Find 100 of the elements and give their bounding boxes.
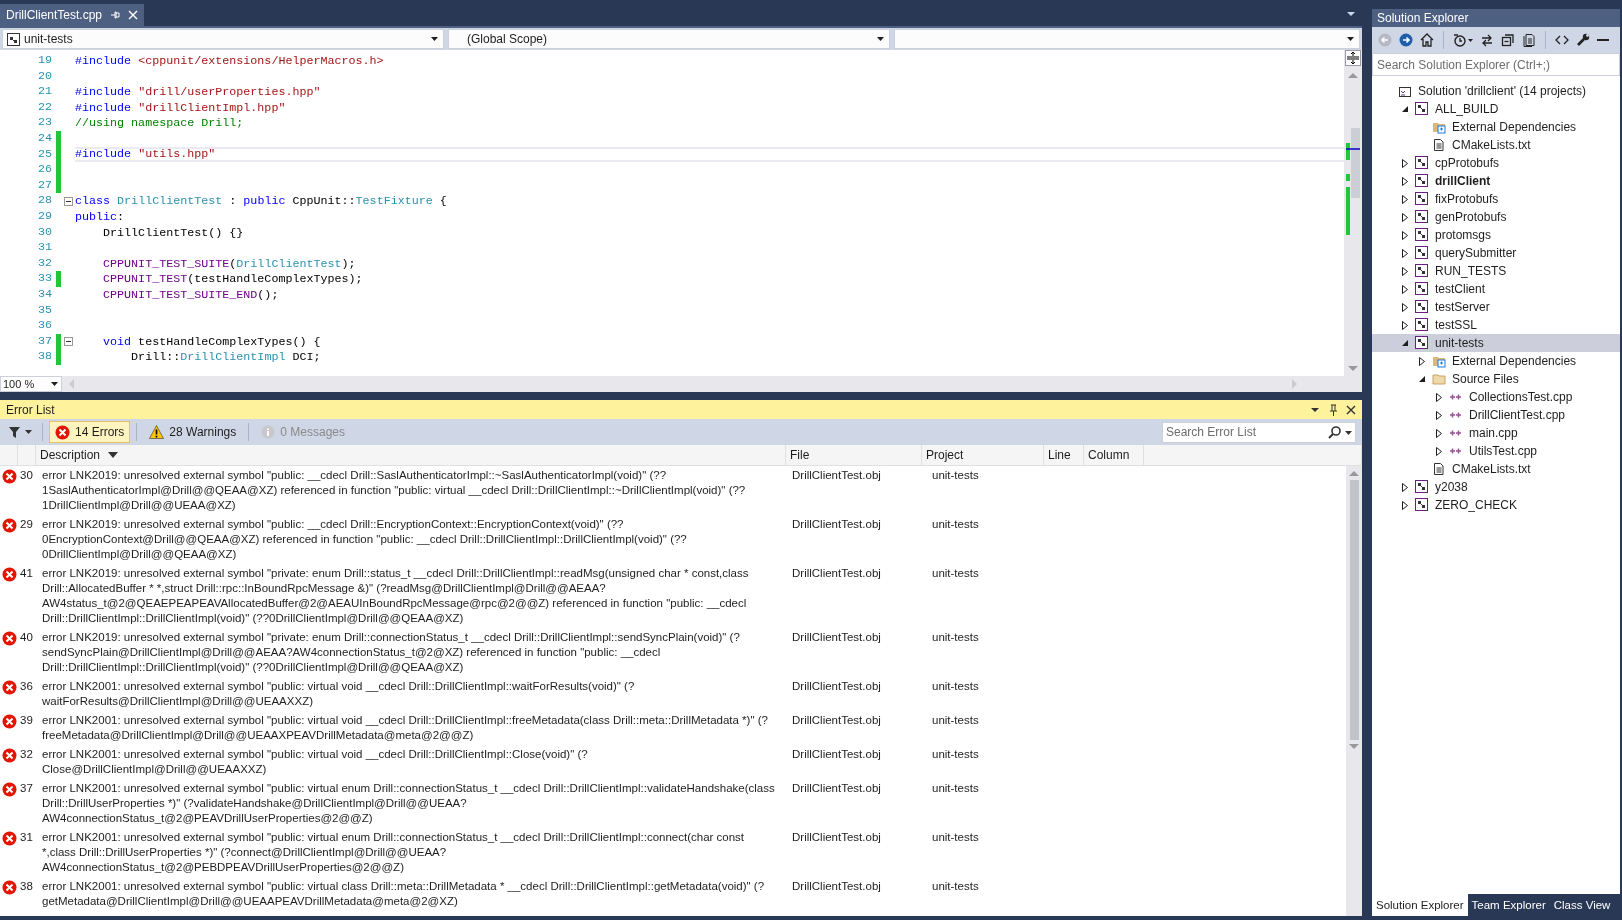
collapsed-arrow-icon[interactable]	[1401, 248, 1409, 258]
tree-item[interactable]: UtilsTest.cpp	[1372, 442, 1620, 460]
collapsed-arrow-icon[interactable]	[1401, 320, 1409, 330]
collapsed-arrow-icon[interactable]	[1401, 284, 1409, 294]
folder-icon	[1432, 120, 1446, 134]
panel-tab[interactable]: Solution Explorer	[1372, 894, 1468, 916]
collapsed-arrow-icon[interactable]	[1401, 266, 1409, 276]
tree-item[interactable]: fixProtobufs	[1372, 190, 1620, 208]
file-cell-text: DrillClientTest.obj	[791, 679, 882, 694]
collapsed-arrow-icon[interactable]	[1401, 302, 1409, 312]
tree-item[interactable]: Solution 'drillclient' (14 projects)	[1372, 82, 1620, 100]
collapsed-arrow-icon[interactable]	[1435, 446, 1443, 456]
error-description: error LNK2019: unresolved external symbol "public: __cdecl Drill::SaslAuthenticatorImpl::~SaslAuthenticatorImpl(void)" (??1SaslAuthenticatorImpl@Drill@@QEAA@XZ) referenced in function "public: virtual __cdecl Drill::DrillClientImpl::~DrillClientImpl(void)" (??1DrillClientImpl@Drill@@UEAA@XZ)	[41, 468, 747, 513]
column-header[interactable]: Description	[40, 448, 101, 462]
tree-item[interactable]: y2038	[1372, 478, 1620, 496]
forward-icon[interactable]	[1399, 33, 1413, 47]
collapsed-arrow-icon[interactable]	[1401, 230, 1409, 240]
tree-item[interactable]: testServer	[1372, 298, 1620, 316]
tree-item[interactable]: testClient	[1372, 280, 1620, 298]
file-cell-text: DrillClientTest.obj	[791, 830, 882, 845]
line-number: 23	[36, 115, 52, 131]
document-icon	[1432, 462, 1446, 476]
collapsed-arrow-icon[interactable]	[1418, 356, 1426, 366]
collapse-icon[interactable]	[63, 337, 73, 346]
code-icon[interactable]	[1555, 33, 1569, 47]
collapsed-arrow-icon[interactable]	[1435, 410, 1443, 420]
collapsed-arrow-icon[interactable]	[1435, 392, 1443, 402]
home-icon[interactable]	[1420, 33, 1434, 47]
collapsed-arrow-icon[interactable]	[1401, 482, 1409, 492]
project-cell-text: unit-tests	[931, 747, 980, 762]
folder-icon	[1432, 372, 1446, 386]
tree-item[interactable]: External Dependencies	[1372, 352, 1620, 370]
tree-item[interactable]: main.cpp	[1372, 424, 1620, 442]
project-icon	[1415, 264, 1429, 278]
search-field[interactable]: Search Error List	[1166, 425, 1324, 439]
collapsed-arrow-icon[interactable]	[1401, 500, 1409, 510]
files-icon[interactable]	[1522, 33, 1536, 47]
tree-item[interactable]: RUN_TESTS	[1372, 262, 1620, 280]
sort-icon[interactable]	[108, 451, 119, 459]
caret-icon	[25, 429, 33, 435]
column-header[interactable]: File	[790, 448, 810, 462]
collapse-all-icon[interactable]	[1501, 33, 1515, 47]
project-icon	[1415, 318, 1429, 332]
wrench-icon[interactable]	[1576, 33, 1590, 47]
tree-item[interactable]: cpProtobufs	[1372, 154, 1620, 172]
tree-item[interactable]: testSSL	[1372, 316, 1620, 334]
history-icon[interactable]	[1453, 33, 1473, 47]
line-number: 37	[36, 333, 52, 350]
search-box[interactable]: Search Solution Explorer (Ctrl+;)	[1372, 53, 1620, 76]
tree-item[interactable]: External Dependencies	[1372, 118, 1620, 136]
tree-item[interactable]: unit-tests	[1372, 334, 1620, 352]
tree-item[interactable]: ZERO_CHECK	[1372, 496, 1620, 514]
collapse-icon[interactable]	[63, 196, 73, 206]
tree-item[interactable]: ALL_BUILD	[1372, 100, 1620, 118]
expanded-arrow-icon[interactable]	[1401, 339, 1409, 347]
tree-item[interactable]: Source Files	[1372, 370, 1620, 388]
sync-icon[interactable]	[1480, 33, 1494, 47]
expanded-arrow-icon[interactable]	[1418, 375, 1426, 383]
caret-icon[interactable]	[1345, 429, 1352, 435]
panel-tab[interactable]: Class View	[1549, 894, 1615, 916]
search-box[interactable]: Search Error List	[1162, 421, 1356, 443]
close-icon[interactable]	[1346, 404, 1356, 415]
tree-item[interactable]: querySubmitter	[1372, 244, 1620, 262]
scroll-thumb[interactable]	[1349, 480, 1359, 740]
code-line: //using namespace Drill;	[75, 116, 244, 131]
collapsed-arrow-icon[interactable]	[1401, 212, 1409, 222]
tree-item[interactable]: DrillClientTest.cpp	[1372, 406, 1620, 424]
dropdown-icon[interactable]	[1346, 10, 1356, 18]
zoom-dropdown[interactable]: 100 %	[0, 376, 62, 392]
tree-item[interactable]: protomsgs	[1372, 226, 1620, 244]
code-line: Drill::DrillClientImpl DCI;	[130, 350, 321, 365]
collapsed-arrow-icon[interactable]	[1401, 176, 1409, 186]
split-icon[interactable]	[1345, 50, 1361, 66]
caret-icon	[1346, 35, 1355, 43]
filter-button[interactable]: 14 Errors	[49, 421, 131, 443]
collapsed-arrow-icon[interactable]	[1435, 428, 1443, 438]
tree-item[interactable]: drillClient	[1372, 172, 1620, 190]
collapsed-arrow-icon[interactable]	[1401, 194, 1409, 204]
pin-icon[interactable]	[1328, 403, 1338, 416]
column-header[interactable]: Project	[926, 448, 964, 462]
search-icon[interactable]	[1328, 425, 1341, 439]
tree-item[interactable]: CMakeLists.txt	[1372, 460, 1620, 478]
filter-button[interactable]: 28 Warnings	[143, 421, 243, 443]
code-line: DrillClientTest() {}	[102, 225, 244, 240]
project-cell-text: unit-tests	[931, 566, 980, 581]
code-line: public:	[75, 209, 125, 224]
tree-item[interactable]: CollectionsTest.cpp	[1372, 388, 1620, 406]
expanded-arrow-icon[interactable]	[1401, 105, 1409, 113]
project-cell-text: unit-tests	[931, 781, 980, 796]
column-header[interactable]: Column	[1088, 448, 1130, 462]
tree-item[interactable]: CMakeLists.txt	[1372, 136, 1620, 154]
tree-item[interactable]: genProtobufs	[1372, 208, 1620, 226]
file-cell-text: DrillClientTest.obj	[791, 781, 882, 796]
search-field[interactable]: Search Solution Explorer (Ctrl+;)	[1377, 57, 1615, 72]
column-header[interactable]: Line	[1048, 448, 1071, 462]
panel-tab[interactable]: Team Explorer	[1467, 894, 1550, 916]
dropdown-icon[interactable]	[1310, 405, 1320, 414]
scope-dropdown[interactable]: (Global Scope)	[448, 29, 890, 49]
collapsed-arrow-icon[interactable]	[1401, 158, 1409, 168]
project-dropdown[interactable]: unit-tests	[2, 29, 444, 49]
